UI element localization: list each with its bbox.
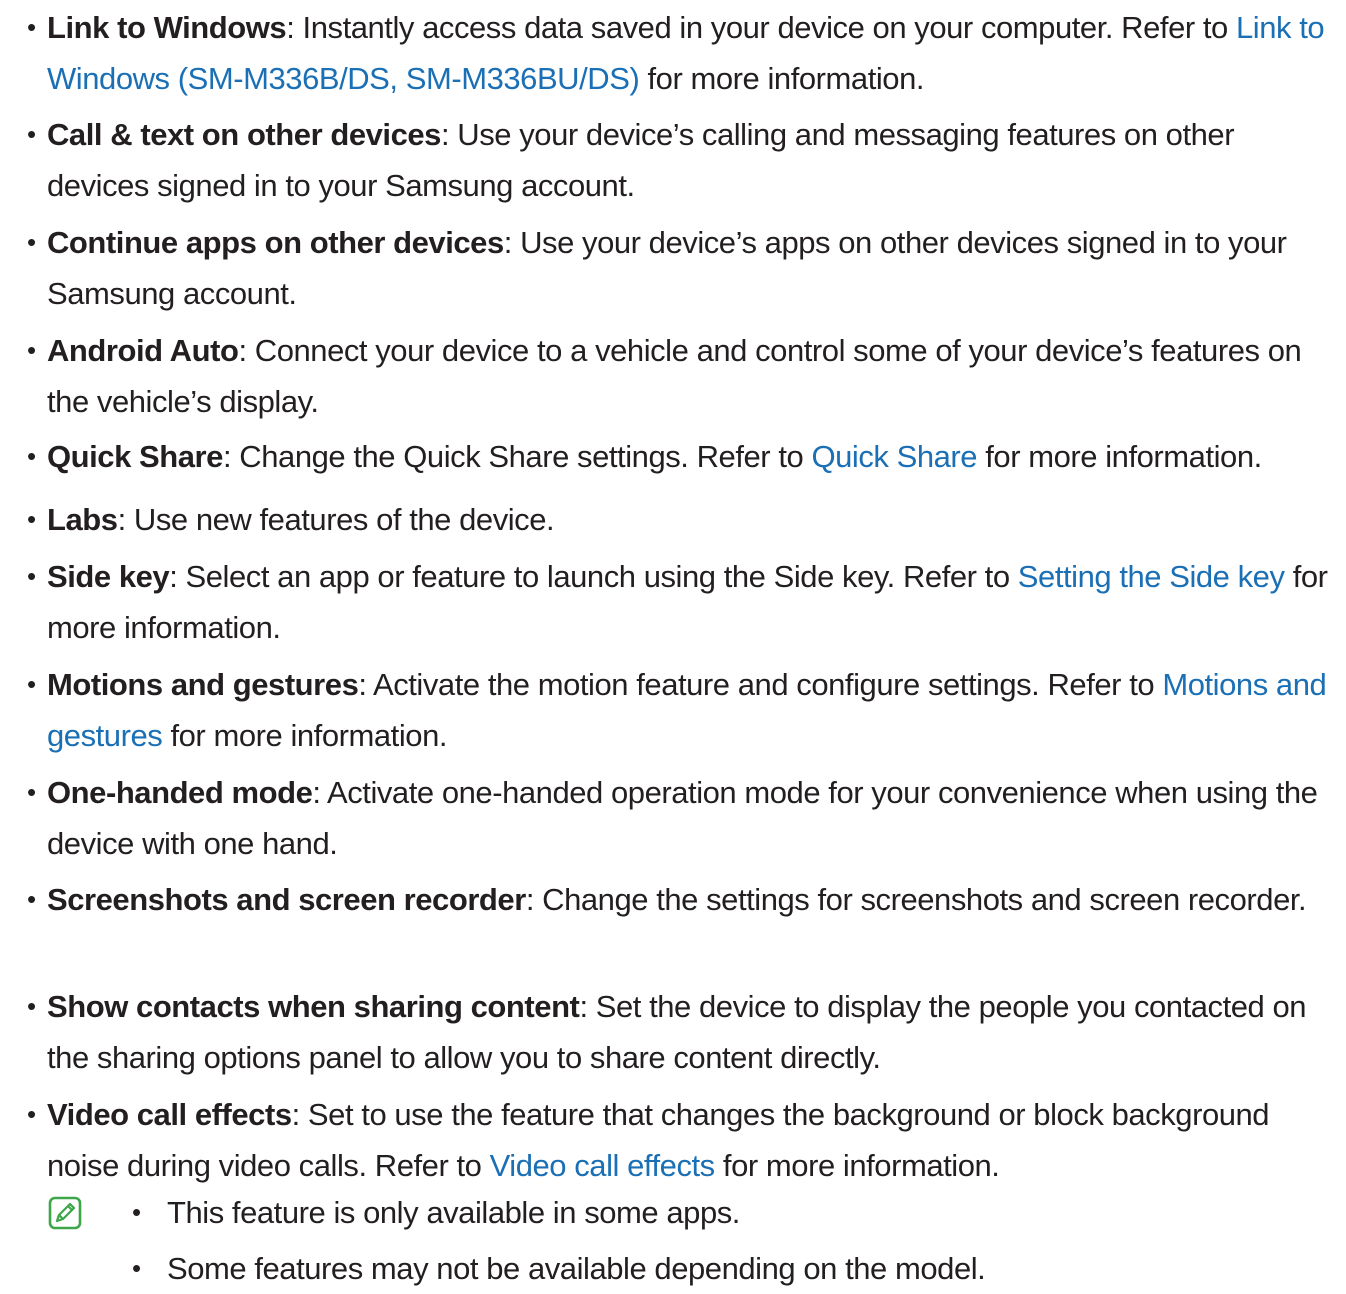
item-text: : Use new features of the device. bbox=[117, 502, 555, 537]
item-term: One-handed mode bbox=[47, 775, 313, 810]
item-text-after: for more information. bbox=[977, 439, 1262, 474]
list-item-motions-gestures: Motions and gestures: Activate the motio… bbox=[47, 659, 1337, 761]
list-item-labs: Labs: Use new features of the device. bbox=[47, 494, 1337, 545]
item-term: Call & text on other devices bbox=[47, 117, 441, 152]
bullet: • bbox=[27, 561, 37, 591]
bullet: • bbox=[27, 777, 37, 807]
bullet: • bbox=[27, 227, 37, 257]
item-term: Side key bbox=[47, 559, 170, 594]
item-term: Screenshots and screen recorder bbox=[47, 882, 526, 917]
item-term: Show contacts when sharing content bbox=[47, 989, 580, 1024]
item-text-after: for more information. bbox=[162, 718, 448, 753]
video-call-effects-link[interactable]: Video call effects bbox=[490, 1148, 716, 1183]
item-text-after: for more information. bbox=[639, 61, 925, 96]
item-term: Android Auto bbox=[47, 333, 239, 368]
bullet: • bbox=[27, 441, 37, 471]
note-pencil-icon bbox=[48, 1196, 82, 1230]
list-item-call-text: Call & text on other devices: Use your d… bbox=[47, 109, 1337, 211]
item-term: Video call effects bbox=[47, 1097, 292, 1132]
item-term: Labs bbox=[47, 502, 118, 537]
list-item-one-handed-mode: One-handed mode: Activate one-handed ope… bbox=[47, 767, 1337, 869]
bullet: • bbox=[27, 12, 37, 42]
note-item: This feature is only available in some a… bbox=[167, 1195, 740, 1230]
note-item: Some features may not be available depen… bbox=[167, 1251, 986, 1286]
bullet: • bbox=[27, 119, 37, 149]
bullet: • bbox=[27, 669, 37, 699]
list-item-video-call-effects: Video call effects: Set to use the featu… bbox=[47, 1089, 1337, 1191]
list-item-android-auto: Android Auto: Connect your device to a v… bbox=[47, 325, 1337, 427]
bullet: • bbox=[27, 335, 37, 365]
bullet: • bbox=[132, 1253, 142, 1283]
item-term: Continue apps on other devices bbox=[47, 225, 504, 260]
list-item-side-key: Side key: Select an app or feature to la… bbox=[47, 551, 1337, 653]
item-text: : Select an app or feature to launch usi… bbox=[169, 559, 1018, 594]
list-item-screenshots: Screenshots and screen recorder: Change … bbox=[47, 874, 1337, 925]
quick-share-link[interactable]: Quick Share bbox=[811, 439, 977, 474]
item-text: : Change the settings for screenshots an… bbox=[525, 882, 1307, 917]
list-item-show-contacts: Show contacts when sharing content: Set … bbox=[47, 981, 1337, 1083]
item-term: Quick Share bbox=[47, 439, 223, 474]
item-term: Link to Windows bbox=[47, 10, 287, 45]
item-text: : Change the Quick Share settings. Refer… bbox=[222, 439, 812, 474]
list-item-quick-share: Quick Share: Change the Quick Share sett… bbox=[47, 431, 1337, 482]
bullet: • bbox=[27, 991, 37, 1021]
bullet: • bbox=[27, 504, 37, 534]
item-text-after: for more information. bbox=[714, 1148, 1000, 1183]
list-item-link-to-windows: Link to Windows: Instantly access data s… bbox=[47, 2, 1337, 104]
list-item-continue-apps: Continue apps on other devices: Use your… bbox=[47, 217, 1337, 319]
item-text: : Instantly access data saved in your de… bbox=[286, 10, 1237, 45]
bullet: • bbox=[27, 884, 37, 914]
setting-the-side-key-link[interactable]: Setting the Side key bbox=[1018, 559, 1285, 594]
bullet: • bbox=[27, 1099, 37, 1129]
item-term: Motions and gestures bbox=[47, 667, 359, 702]
bullet: • bbox=[132, 1197, 142, 1227]
item-text: : Activate the motion feature and config… bbox=[358, 667, 1163, 702]
